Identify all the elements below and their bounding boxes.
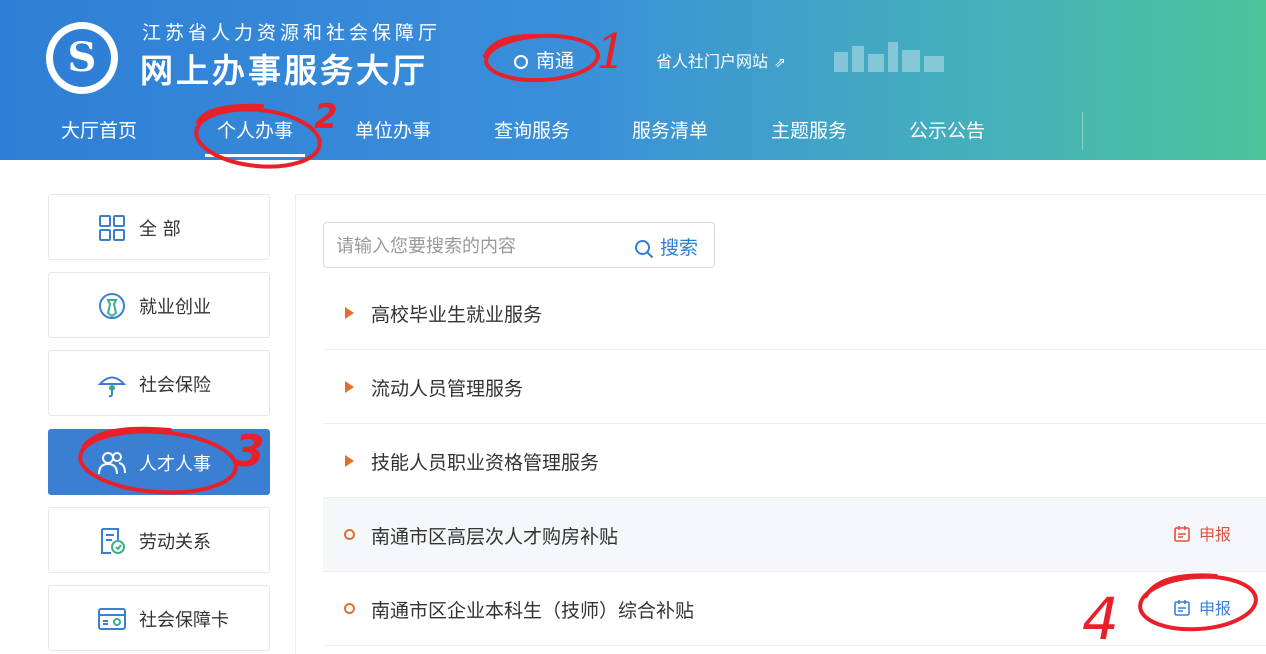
list-item-label: 南通市区高层次人才购房补贴 [371, 526, 619, 548]
portal-link[interactable]: 省人社门户网站 ⇗ [656, 48, 786, 72]
list-item[interactable]: 南通市区企业本科生（技师）综合补贴 申报 [323, 572, 1266, 646]
bullet-circle-icon [344, 603, 355, 614]
apply-button-label: 申报 [1199, 599, 1232, 618]
nav-item-query[interactable]: 查询服务 [494, 100, 570, 160]
search-input[interactable] [334, 231, 618, 261]
site-subtitle: 江苏省人力资源和社会保障厅 [142, 22, 442, 44]
nav-item-personal[interactable]: 个人办事 [217, 100, 293, 160]
annotation-number-1: 1 [596, 24, 627, 80]
list-item[interactable]: 高校毕业生就业服务 [323, 276, 1266, 350]
people-icon [98, 452, 126, 475]
list-item-label: 技能人员职业资格管理服务 [371, 452, 600, 474]
nav-item-announcements[interactable]: 公示公告 [909, 100, 985, 160]
sidebar-item-employment[interactable]: 就业创业 [48, 272, 270, 338]
city-selector[interactable]: 南通 [514, 46, 574, 73]
list-item-label: 高校毕业生就业服务 [371, 304, 543, 326]
list-item[interactable]: 南通市区高层次人才购房补贴 申报 [323, 498, 1266, 572]
sidebar-item-label: 就业创业 [139, 297, 211, 318]
search-icon [635, 239, 654, 258]
annotation-number-4: 4 [1082, 585, 1119, 653]
search-button[interactable]: 搜索 [634, 233, 698, 259]
employment-icon [99, 293, 125, 319]
city-name: 南通 [536, 50, 575, 72]
calendar-form-icon [1174, 526, 1190, 542]
sidebar-item-social-card[interactable]: 社会保障卡 [48, 585, 270, 651]
header-top: S 江苏省人力资源和社会保障厅 网上办事服务大厅 南通 省人社门户网站 ⇗ [0, 0, 1266, 100]
document-badge-icon [101, 528, 125, 554]
share-arrow-icon: ⇗ [774, 55, 786, 71]
card-icon [98, 608, 126, 630]
search-box: 搜索 [323, 222, 715, 268]
list-item-label: 流动人员管理服务 [371, 378, 524, 400]
sidebar-item-label: 社会保障卡 [139, 610, 229, 631]
sidebar-item-labor-relations[interactable]: 劳动关系 [48, 507, 270, 573]
list-item[interactable]: 流动人员管理服务 [323, 350, 1266, 424]
expand-arrow-icon [345, 455, 354, 467]
logo[interactable]: S [46, 22, 118, 94]
annotation-number-2: 2 [314, 97, 338, 137]
list-item[interactable]: 技能人员职业资格管理服务 [323, 424, 1266, 498]
umbrella-icon [97, 376, 127, 398]
calendar-form-icon [1174, 600, 1190, 616]
sidebar-item-label: 社会保险 [139, 375, 211, 396]
location-pin-icon [514, 54, 528, 69]
list-item-label: 南通市区企业本科生（技师）综合补贴 [371, 600, 695, 622]
bullet-circle-icon [344, 529, 355, 540]
site-header: S 江苏省人力资源和社会保障厅 网上办事服务大厅 南通 省人社门户网站 ⇗ 大厅首… [0, 0, 1266, 160]
city-skyline-decoration [834, 42, 944, 72]
expand-arrow-icon [345, 381, 354, 393]
annotation-number-3: 3 [234, 426, 265, 477]
nav-item-organization[interactable]: 单位办事 [355, 100, 431, 160]
sidebar-item-label: 全 部 [139, 219, 181, 240]
apply-button[interactable]: 申报 [1173, 595, 1231, 619]
portal-link-label: 省人社门户网站 [656, 52, 769, 71]
main-nav: 大厅首页 个人办事 单位办事 查询服务 服务清单 主题服务 公示公告 [0, 100, 1266, 160]
site-title[interactable]: 网上办事服务大厅 [140, 44, 428, 92]
apply-button[interactable]: 申报 [1173, 521, 1231, 545]
logo-mark: S [67, 34, 97, 81]
sidebar-item-social-insurance[interactable]: 社会保险 [48, 350, 270, 416]
nav-item-topics[interactable]: 主题服务 [771, 100, 847, 160]
grid-icon [99, 215, 125, 241]
nav-item-home[interactable]: 大厅首页 [61, 100, 137, 160]
nav-item-service-list[interactable]: 服务清单 [632, 100, 708, 160]
sidebar-item-label: 劳动关系 [139, 532, 211, 553]
expand-arrow-icon [345, 307, 354, 319]
nav-active-indicator [205, 154, 305, 157]
search-button-label: 搜索 [660, 237, 699, 259]
sidebar-item-label: 人才人事 [139, 454, 211, 475]
apply-button-label: 申报 [1199, 525, 1232, 544]
sidebar-item-all[interactable]: 全 部 [48, 194, 270, 260]
nav-divider [1082, 112, 1083, 150]
